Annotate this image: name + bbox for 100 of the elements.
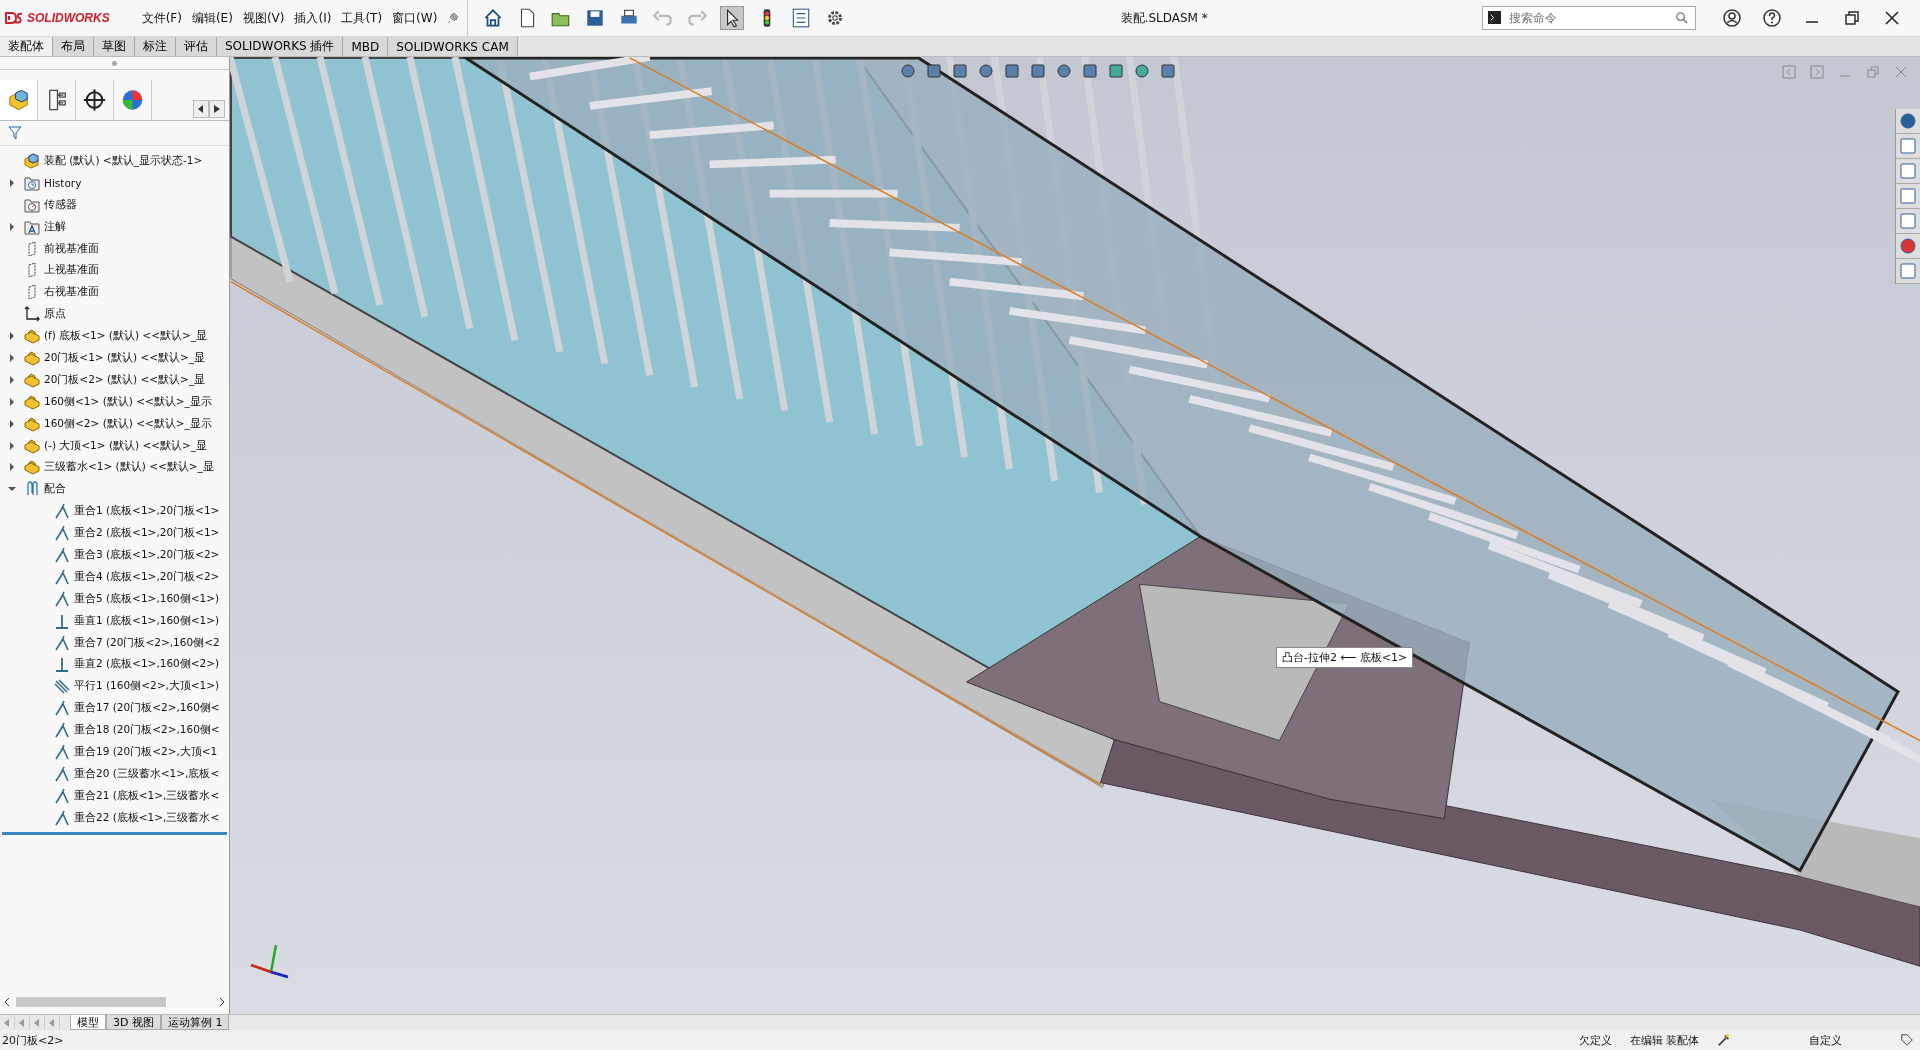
part-icon <box>24 328 40 345</box>
document-tab[interactable]: 运动算例 1 <box>160 1015 230 1030</box>
status-edit-mode: 在编辑 装配体 <box>1629 1032 1699 1048</box>
restore-icon[interactable] <box>1842 8 1862 28</box>
command-tab[interactable]: SOLIDWORKS 插件 <box>217 37 344 56</box>
tree-item[interactable]: 重合4 (底板<1>,20门板<2> <box>74 569 220 584</box>
part-icon <box>24 437 40 454</box>
tile-left-icon[interactable] <box>1782 65 1796 79</box>
command-tab[interactable]: 布局 <box>53 37 94 56</box>
tree-item[interactable]: 装配 (默认) <默认_显示状态-1> <box>44 153 203 168</box>
collapse-arrow-icon[interactable] <box>8 485 16 494</box>
menu-item[interactable]: 编辑(E) <box>191 9 233 27</box>
tree-item[interactable]: 配合 <box>44 482 66 497</box>
status-definition: 欠定义 <box>1578 1032 1612 1048</box>
expand-arrow-icon[interactable] <box>8 463 16 472</box>
tree-item[interactable]: 垂直1 (底板<1>,160侧<1>) <box>74 613 220 628</box>
tree-item[interactable]: 重合7 (20门板<2>,160侧<2 <box>74 635 220 650</box>
tree-item[interactable]: 20门板<1> (默认) <<默认>_显 <box>44 350 206 365</box>
part-icon <box>24 393 40 410</box>
search-icon[interactable] <box>1675 11 1688 24</box>
command-tab[interactable]: SOLIDWORKS CAM <box>388 37 518 56</box>
coincident-mate-icon <box>54 765 70 782</box>
coincident-mate-icon <box>54 744 70 760</box>
help-icon[interactable] <box>1762 8 1782 28</box>
tile-right-icon[interactable] <box>1810 65 1824 79</box>
tree-item[interactable]: 160侧<1> (默认) <<默认>_显示 <box>44 394 212 409</box>
tree-item[interactable]: 垂直2 (底板<1>,160侧<2>) <box>74 657 220 672</box>
filter-icon[interactable] <box>8 126 24 140</box>
scroll-left-icon[interactable] <box>2 996 12 1008</box>
tree-item[interactable]: 重合20 (三级蓄水<1>,底板< <box>74 766 220 781</box>
expand-arrow-icon[interactable] <box>8 222 16 231</box>
part-icon <box>24 459 40 476</box>
menu-item[interactable]: 文件(F) <box>141 9 182 27</box>
command-tab[interactable]: MBD <box>343 37 389 56</box>
search-field[interactable]: 搜索命令 <box>1482 6 1696 30</box>
expand-arrow-icon[interactable] <box>8 397 16 406</box>
tag-icon[interactable] <box>1900 1033 1914 1047</box>
graphics-area[interactable]: 凸台-拉伸2 ⟵ 底板<1> <box>230 57 1920 1014</box>
expand-arrow-icon[interactable] <box>8 375 16 384</box>
tree-item[interactable]: 前视基准面 <box>44 241 99 256</box>
unit-system-dropdown[interactable]: 自定义 <box>1809 1032 1842 1048</box>
command-tab[interactable]: 标注 <box>135 37 176 56</box>
expand-arrow-icon[interactable] <box>8 178 16 187</box>
tab-scroll-right-icon[interactable] <box>209 100 225 118</box>
tree-item[interactable]: 原点 <box>44 307 66 322</box>
document-tab[interactable]: 3D 视图 <box>106 1015 161 1030</box>
expand-arrow-icon[interactable] <box>8 441 16 450</box>
rebuild-icon[interactable] <box>1717 1033 1731 1047</box>
coincident-mate-icon <box>54 568 70 585</box>
coincident-mate-icon <box>54 809 70 826</box>
entity-tooltip: 凸台-拉伸2 ⟵ 底板<1> <box>1276 647 1414 668</box>
tree-item[interactable]: 20门板<2> (默认) <<默认>_显 <box>44 372 206 387</box>
command-tab[interactable]: 草图 <box>94 37 135 56</box>
tree-item[interactable]: History <box>44 176 82 189</box>
logo-text: SOLIDWORKS <box>27 11 110 25</box>
tree-item[interactable]: 160侧<2> (默认) <<默认>_显示 <box>44 416 212 431</box>
horizontal-scrollbar-thumb[interactable] <box>16 997 166 1007</box>
menu-item[interactable]: 视图(V) <box>242 9 285 27</box>
expand-arrow-icon[interactable] <box>8 332 16 341</box>
coincident-mate-icon <box>54 787 70 804</box>
pin-icon[interactable] <box>447 12 460 24</box>
tree-item[interactable]: 上视基准面 <box>44 263 99 278</box>
tree-item[interactable]: 重合17 (20门板<2>,160侧< <box>74 701 220 716</box>
document-tab[interactable]: 模型 <box>70 1015 106 1030</box>
user-account-icon[interactable] <box>1722 8 1742 28</box>
command-tab[interactable]: 评估 <box>176 37 217 56</box>
history-folder-icon <box>24 174 40 191</box>
tree-item[interactable]: (f) 底板<1> (默认) <<默认>_显 <box>44 329 207 344</box>
tree-item[interactable]: (-) 大顶<1> (默认) <<默认>_显 <box>44 438 208 453</box>
tree-item[interactable]: 平行1 (160侧<2>,大顶<1>) <box>74 679 220 694</box>
expand-arrow-icon[interactable] <box>8 419 16 428</box>
tree-item[interactable]: 重合2 (底板<1>,20门板<1> <box>74 526 220 541</box>
panel-grip[interactable] <box>112 60 117 66</box>
scroll-right-icon[interactable] <box>217 996 227 1008</box>
tree-item[interactable]: 重合1 (底板<1>,20门板<1> <box>74 504 220 519</box>
tree-item[interactable]: 重合3 (底板<1>,20门板<2> <box>74 547 220 562</box>
menu-item[interactable]: 插入(I) <box>294 9 332 27</box>
perpendicular-mate-icon <box>54 612 70 629</box>
expand-arrow-icon[interactable] <box>8 353 16 362</box>
command-tab[interactable]: 装配体 <box>0 37 53 56</box>
tree-item[interactable]: 注解 <box>44 219 66 234</box>
feature-manager-tab-icon[interactable] <box>0 80 38 120</box>
menu-item[interactable]: 窗口(W) <box>392 9 438 27</box>
tree-item[interactable]: 重合19 (20门板<2>,大顶<1 <box>74 745 218 759</box>
mates-folder-icon <box>24 481 40 498</box>
tree-item[interactable]: 重合21 (底板<1>,三级蓄水< <box>74 788 220 803</box>
ds-logo-icon <box>4 11 24 25</box>
tree-item[interactable]: 重合22 (底板<1>,三级蓄水< <box>74 810 220 825</box>
menu-item[interactable]: 工具(T) <box>341 9 383 27</box>
rollback-bar[interactable] <box>2 831 227 835</box>
select-pointer-icon[interactable] <box>720 6 745 30</box>
tree-item[interactable]: 重合5 (底板<1>,160侧<1>) <box>74 591 220 606</box>
tab-scroll-left-icon[interactable] <box>193 100 209 118</box>
tree-item[interactable]: 三级蓄水<1> (默认) <<默认>_显 <box>44 460 214 475</box>
coincident-mate-icon <box>54 503 70 520</box>
command-prompt-icon <box>1488 11 1501 24</box>
tree-item[interactable]: 右视基准面 <box>44 285 99 300</box>
tree-item[interactable]: 重合18 (20门板<2>,160侧< <box>74 723 220 738</box>
perpendicular-mate-icon <box>54 656 70 673</box>
tree-item[interactable]: 传感器 <box>44 197 77 212</box>
